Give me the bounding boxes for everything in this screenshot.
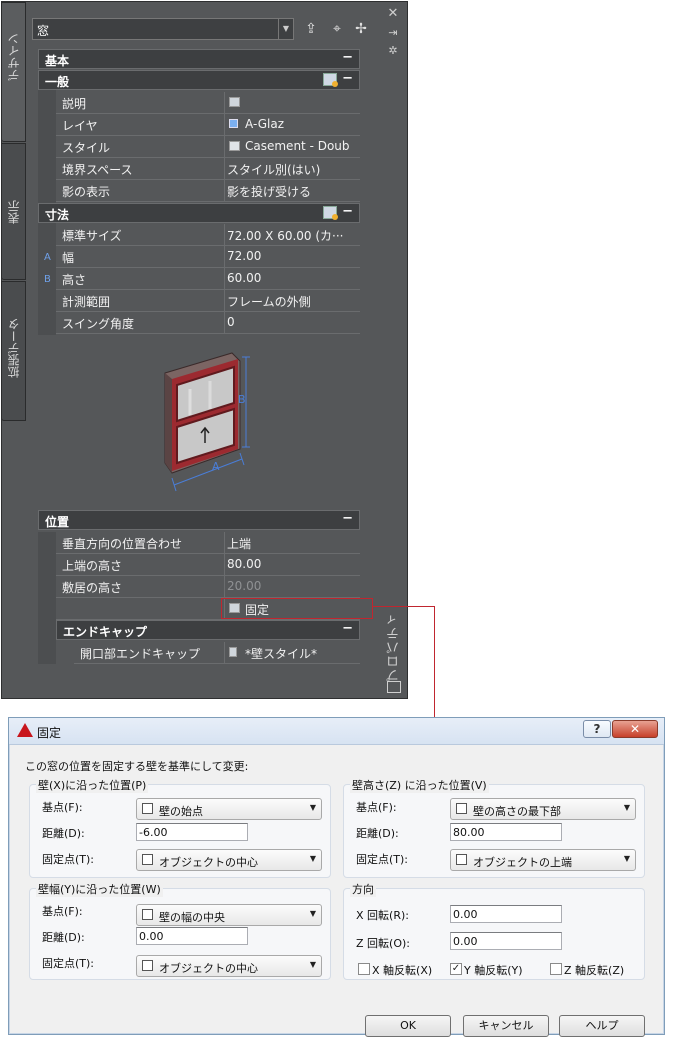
close-button[interactable]: ✕ bbox=[612, 720, 658, 738]
prop-row-head-height[interactable]: 上端の高さ 80.00 bbox=[56, 554, 360, 576]
select-objects-icon[interactable]: ⌖ bbox=[328, 20, 346, 38]
prop-row-swing-angle[interactable]: スイング角度 0 bbox=[56, 312, 360, 334]
prop-row-sill-height[interactable]: 敷居の高さ 20.00 bbox=[56, 576, 360, 598]
x-distance-input[interactable]: -6.00 bbox=[136, 823, 248, 841]
prop-row-height[interactable]: 高さ 60.00 bbox=[56, 268, 360, 290]
z-anchor-point-select[interactable]: オブジェクトの上端 ▼ bbox=[450, 849, 636, 871]
width-marker: A bbox=[44, 252, 51, 263]
palette-options-icon[interactable] bbox=[387, 681, 401, 693]
object-type-value: 窓 bbox=[37, 24, 50, 38]
wall-width-center-icon bbox=[142, 909, 153, 920]
object-center-icon bbox=[142, 854, 153, 865]
prop-row-width[interactable]: 幅 72.00 bbox=[56, 246, 360, 268]
callout-line bbox=[373, 606, 435, 607]
dialog-intro: この窓の位置を固定する壁を基準にして変更: bbox=[25, 760, 249, 773]
worksheet-icon[interactable] bbox=[229, 97, 240, 107]
autohide-icon[interactable]: ⇥ bbox=[386, 26, 400, 39]
tab-extended-data[interactable]: 拡張データ bbox=[1, 281, 26, 421]
chevron-down-icon: ▼ bbox=[309, 803, 316, 812]
group-x-position: 壁(X)に沿った位置(P) 基点(F): 壁の始点 ▼ 距離(D): -6.00 … bbox=[29, 777, 331, 878]
anchor-dialog: 固定 ? ✕ この窓の位置を固定する壁を基準にして変更: 壁(X)に沿った位置(… bbox=[8, 717, 665, 1037]
flip-z-checkbox[interactable] bbox=[550, 963, 562, 975]
group-z-position: 壁高さ(Z) に沿った位置(V) 基点(F): 壁の高さの最下部 ▼ 距離(D):… bbox=[343, 777, 645, 878]
prop-row-description[interactable]: 説明 bbox=[56, 92, 360, 114]
title-help-button[interactable]: ? bbox=[583, 720, 611, 738]
section-endcaps[interactable]: エンドキャップ − bbox=[56, 620, 360, 640]
section-dimensions[interactable]: 寸法 − bbox=[38, 203, 360, 223]
dialog-title: 固定 bbox=[37, 726, 62, 740]
endcap-icon bbox=[229, 647, 237, 657]
x-anchor-point-select[interactable]: オブジェクトの中心 ▼ bbox=[136, 849, 322, 871]
z-base-point-select[interactable]: 壁の高さの最下部 ▼ bbox=[450, 798, 636, 820]
chevron-down-icon: ▼ bbox=[309, 960, 316, 969]
chevron-down-icon: ▼ bbox=[623, 854, 630, 863]
section-location[interactable]: 位置 − bbox=[38, 510, 360, 530]
chevron-down-icon: ▼ bbox=[309, 854, 316, 863]
quick-select-icon[interactable] bbox=[323, 73, 338, 87]
prop-row-style[interactable]: スタイル Casement - Doub bbox=[56, 136, 360, 158]
dialog-titlebar[interactable]: 固定 ? ✕ bbox=[9, 718, 664, 745]
x-base-point-select[interactable]: 壁の始点 ▼ bbox=[136, 798, 322, 820]
prop-row-bound-spaces[interactable]: 境界スペース スタイル別(はい) bbox=[56, 158, 360, 180]
prop-row-shadow-display[interactable]: 影の表示 影を投げ受ける bbox=[56, 180, 360, 202]
z-rotation-input[interactable]: 0.00 bbox=[450, 932, 562, 950]
quick-select-icon[interactable] bbox=[323, 206, 338, 220]
y-distance-input[interactable]: 0.00 bbox=[136, 927, 248, 945]
gutter-location bbox=[38, 532, 56, 664]
help-button[interactable]: ヘルプ bbox=[559, 1015, 645, 1037]
cancel-button[interactable]: キャンセル bbox=[463, 1015, 549, 1037]
collapse-icon[interactable]: − bbox=[342, 511, 353, 526]
toggle-pickadd-icon[interactable]: ✢ bbox=[352, 20, 370, 38]
group-y-position: 壁幅(Y)に沿った位置(W) 基点(F): 壁の幅の中央 ▼ 距離(D): 0.0… bbox=[29, 881, 331, 980]
quick-select-icon[interactable]: ⇪ bbox=[302, 20, 320, 38]
chevron-down-icon: ▼ bbox=[309, 909, 316, 918]
object-top-icon bbox=[456, 854, 467, 865]
style-icon bbox=[229, 141, 240, 151]
collapse-icon[interactable]: − bbox=[342, 71, 353, 86]
prop-row-layer[interactable]: レイヤ A-Glaz bbox=[56, 114, 360, 136]
palette-title: プロパティ bbox=[387, 612, 402, 682]
layer-color-icon bbox=[229, 119, 238, 128]
prop-row-standard-size[interactable]: 標準サイズ 72.00 X 60.00 (カ··· bbox=[56, 224, 360, 246]
group-orientation: 方向 X 回転(R): 0.00 Z 回転(O): 0.00 X 軸反転(X) … bbox=[343, 881, 645, 980]
flip-x-checkbox[interactable] bbox=[358, 963, 370, 975]
collapse-icon[interactable]: − bbox=[342, 621, 353, 636]
properties-menu-icon[interactable]: ✲ bbox=[386, 44, 400, 57]
window-preview-image bbox=[164, 352, 250, 492]
prop-row-vertical-alignment[interactable]: 垂直方向の位置合わせ 上端 bbox=[56, 532, 360, 554]
object-type-select[interactable]: 窓 ▼ bbox=[32, 18, 294, 40]
chevron-down-icon[interactable]: ▼ bbox=[278, 19, 293, 39]
section-basic[interactable]: 基本 − bbox=[38, 49, 360, 69]
tab-design[interactable]: デザイン bbox=[1, 2, 26, 142]
collapse-icon[interactable]: − bbox=[342, 204, 353, 219]
section-general[interactable]: 一般 − bbox=[38, 70, 360, 90]
collapse-icon[interactable]: − bbox=[342, 50, 353, 65]
z-distance-input[interactable]: 80.00 bbox=[450, 823, 562, 841]
ok-button[interactable]: OK bbox=[365, 1015, 451, 1037]
x-rotation-input[interactable]: 0.00 bbox=[450, 905, 562, 923]
y-anchor-point-select[interactable]: オブジェクトの中心 ▼ bbox=[136, 955, 322, 977]
tab-display[interactable]: 表示 bbox=[1, 143, 26, 280]
preview-label-b: B bbox=[238, 393, 246, 406]
autocad-logo-icon bbox=[17, 723, 33, 737]
close-icon[interactable]: ✕ bbox=[386, 6, 400, 21]
prop-row-measure-to[interactable]: 計測範囲 フレームの外側 bbox=[56, 290, 360, 312]
preview-label-a: A bbox=[212, 460, 220, 473]
y-base-point-select[interactable]: 壁の幅の中央 ▼ bbox=[136, 904, 322, 926]
height-marker: B bbox=[44, 274, 51, 285]
chevron-down-icon: ▼ bbox=[623, 803, 630, 812]
highlight-box bbox=[221, 598, 373, 619]
wall-start-icon bbox=[142, 803, 153, 814]
prop-row-opening-endcap[interactable]: 開口部エンドキャップ *壁スタイル* bbox=[74, 642, 360, 664]
callout-line bbox=[434, 606, 435, 718]
object-center-icon bbox=[142, 960, 153, 971]
wall-bottom-icon bbox=[456, 803, 467, 814]
flip-y-checkbox[interactable]: ✓ bbox=[450, 963, 462, 975]
